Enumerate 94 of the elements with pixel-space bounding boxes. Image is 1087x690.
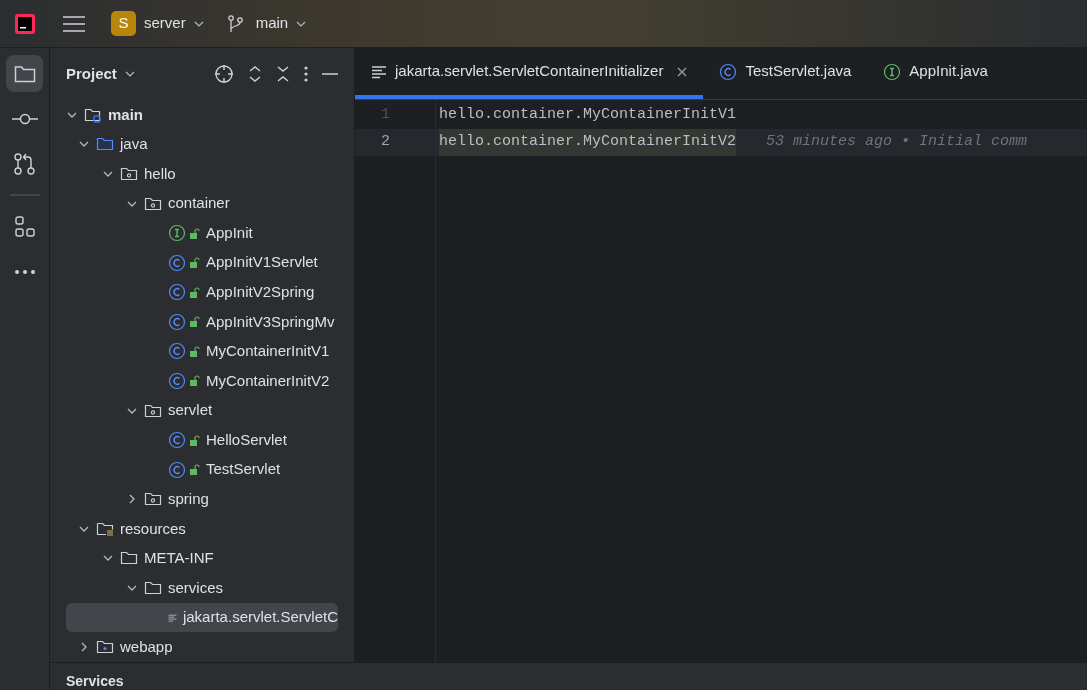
folder-icon — [13, 63, 36, 84]
tree-item[interactable]: TestServlet — [66, 454, 338, 485]
class-icon — [168, 431, 186, 450]
editor-tab[interactable]: jakarta.servlet.ServletContainerInitializer — [355, 48, 704, 99]
close-icon[interactable] — [677, 66, 688, 77]
tree-item[interactable]: MyContainerInitV1 — [66, 336, 338, 367]
tree-item[interactable]: spring — [66, 484, 338, 515]
tree-item-label: AppInitV2Spring — [206, 282, 315, 302]
tree-item[interactable]: jakarta.servlet.ServletC — [66, 602, 338, 633]
tree-item-label: MyContainerInitV1 — [206, 341, 330, 362]
code-line: hello.container.MyContainerInitV1 — [439, 105, 737, 126]
tree-item[interactable]: AppInitV3SpringMv — [66, 307, 338, 337]
tree-item[interactable]: META-INF — [66, 543, 338, 574]
inline-blame: 53 minutes ago • Initial comm — [766, 132, 1028, 153]
tree-item[interactable]: AppInitV1Servlet — [66, 247, 338, 278]
tree-item[interactable]: container — [66, 188, 338, 219]
app-logo-icon[interactable] — [15, 13, 35, 34]
class-icon — [168, 460, 186, 479]
panel-title: Services — [66, 672, 124, 690]
class-icon — [168, 283, 186, 302]
project-badge: S — [111, 11, 136, 36]
class-icon — [168, 312, 186, 331]
tree-item-label: AppInitV1Servlet — [206, 252, 318, 273]
tree-item-label: jakarta.servlet.ServletC — [182, 607, 338, 628]
tree-item-label: TestServlet — [206, 459, 281, 480]
unlocked-icon — [190, 345, 200, 357]
tree-item-label: MyContainerInitV2 — [206, 370, 330, 391]
interface-icon — [168, 224, 186, 243]
class-icon — [719, 62, 738, 81]
interface-icon — [883, 62, 902, 81]
package-icon — [144, 402, 162, 419]
tree-item[interactable]: HelloServlet — [66, 425, 338, 455]
unlocked-icon — [190, 286, 200, 298]
package-icon — [120, 165, 138, 182]
tree-item-label: META-INF — [144, 548, 214, 569]
tree-item-label: container — [168, 193, 230, 214]
unlocked-icon — [190, 434, 200, 446]
pull-request-icon — [12, 151, 37, 176]
tree-item-label: HelloServlet — [206, 429, 287, 450]
tree-item[interactable]: MyContainerInitV2 — [66, 366, 338, 396]
collapse-all-icon[interactable] — [276, 65, 290, 83]
tree-item-label: services — [168, 577, 223, 598]
expand-all-icon[interactable] — [248, 65, 262, 83]
panel-title-dropdown[interactable]: Project — [66, 62, 135, 86]
tree-item[interactable]: resources — [66, 514, 338, 544]
tree-item-label: main — [108, 104, 143, 125]
tree-item[interactable]: services — [66, 573, 338, 603]
tree-item[interactable]: main — [66, 100, 338, 130]
tree-item-label: AppInitV3SpringMv — [206, 311, 335, 332]
tree-item[interactable]: hello — [66, 159, 338, 189]
line-number: 2 — [381, 132, 390, 153]
tree-item[interactable]: webapp — [66, 632, 338, 662]
tree-item-label: spring — [168, 489, 209, 510]
editor-tab[interactable]: AppInit.java — [867, 48, 1004, 99]
tree-item-label: AppInit — [206, 222, 253, 243]
web-folder-icon — [96, 639, 114, 656]
editor-tab[interactable]: TestServlet.java — [703, 48, 868, 99]
text-file-icon — [371, 64, 387, 79]
menu-icon[interactable] — [63, 14, 85, 33]
class-icon — [168, 253, 186, 272]
chevron-down-icon — [124, 69, 135, 79]
tree-item[interactable]: AppInit — [66, 218, 338, 248]
resources-folder-icon — [96, 520, 114, 537]
unlocked-icon — [190, 316, 200, 328]
module-folder-icon — [84, 106, 102, 123]
class-icon — [168, 342, 186, 361]
tree-item-label: hello — [144, 163, 176, 184]
structure-icon — [13, 215, 36, 238]
minimize-icon[interactable] — [322, 72, 338, 76]
unlocked-icon — [190, 464, 200, 476]
package-icon — [144, 491, 162, 508]
folder-icon — [120, 550, 138, 567]
tree-item[interactable]: java — [66, 129, 338, 160]
project-selector[interactable]: S server — [111, 11, 204, 36]
tree-item[interactable]: AppInitV2Spring — [66, 277, 338, 308]
tree-item-label: servlet — [168, 400, 213, 421]
branch-icon — [227, 14, 244, 33]
more-options-icon[interactable] — [304, 66, 308, 82]
tree-item-label: webapp — [120, 636, 173, 657]
branch-selector[interactable]: main — [227, 12, 307, 35]
tool-window-button[interactable] — [6, 55, 43, 92]
tree-item-label: resources — [120, 518, 186, 539]
locate-icon[interactable] — [214, 64, 234, 84]
tree-item[interactable]: servlet — [66, 395, 338, 426]
unlocked-icon — [190, 257, 200, 269]
more-icon — [13, 268, 36, 275]
package-icon — [144, 195, 162, 212]
commit-icon — [11, 112, 38, 125]
class-icon — [168, 372, 186, 390]
unlocked-icon — [190, 375, 200, 387]
folder-icon — [96, 136, 114, 153]
tree-item-label: java — [120, 134, 148, 155]
folder-icon — [144, 580, 162, 597]
unlocked-icon — [190, 227, 200, 239]
